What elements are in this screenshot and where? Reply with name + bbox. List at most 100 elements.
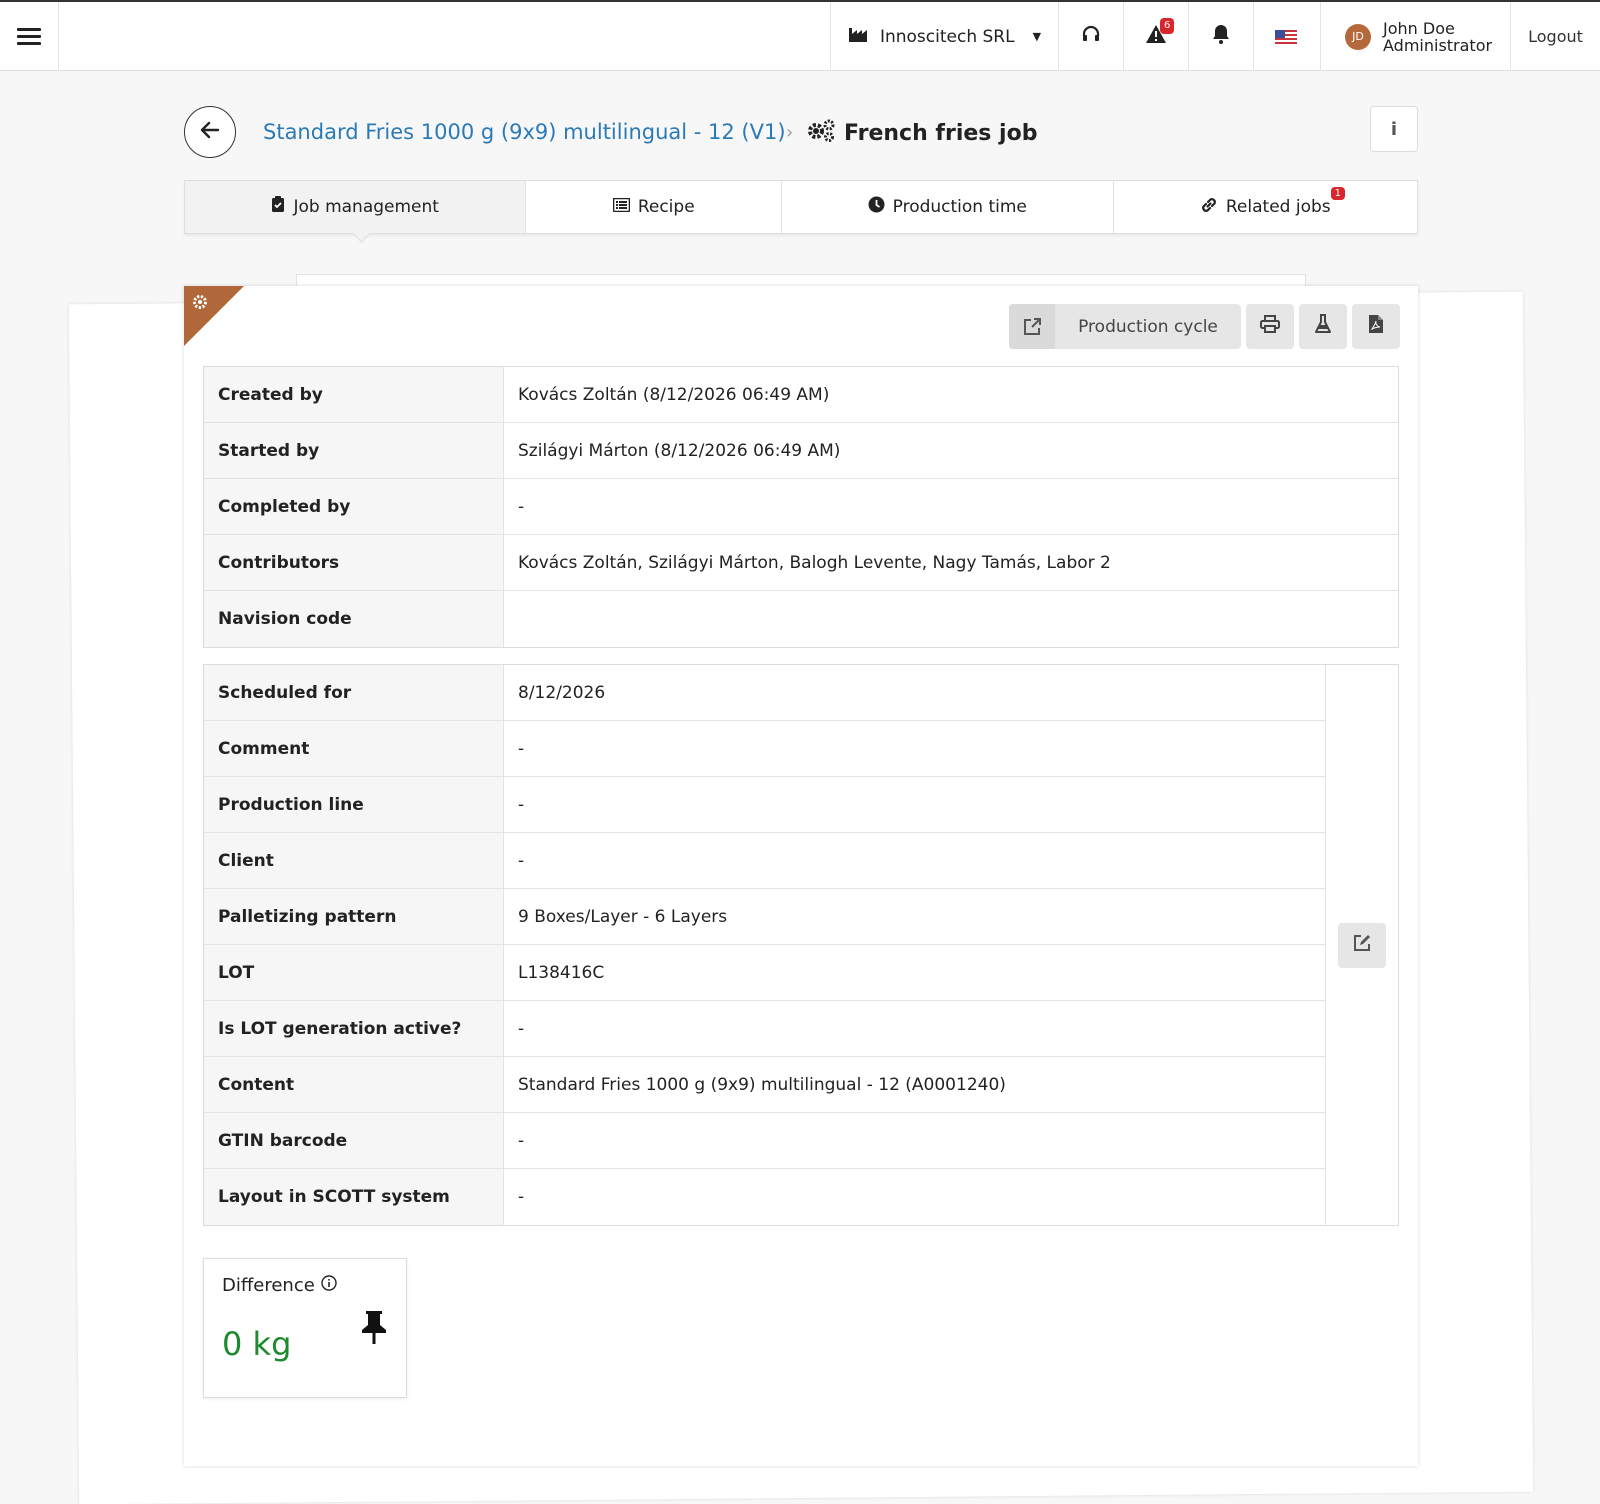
- row-label: Scheduled for: [204, 665, 504, 720]
- row-value: -: [518, 496, 525, 517]
- info-button[interactable]: i: [1370, 106, 1418, 152]
- row-value: Szilágyi Márton (8/12/2026 06:49 AM): [518, 440, 841, 461]
- pin-icon[interactable]: [360, 1309, 388, 1353]
- language-selector[interactable]: [1253, 2, 1318, 71]
- tab-bar: Job management Recipe Production time Re…: [184, 180, 1418, 234]
- arrow-left-icon: [200, 120, 220, 145]
- row-label: Is LOT generation active?: [204, 1001, 504, 1056]
- row-value: -: [518, 794, 525, 815]
- table-row: Palletizing pattern 9 Boxes/Layer - 6 La…: [204, 889, 1325, 945]
- difference-title-text: Difference: [222, 1275, 315, 1296]
- link-icon: [1200, 196, 1218, 219]
- row-value: Standard Fries 1000 g (9x9) multilingual…: [518, 1074, 1006, 1095]
- action-toolbar: Production cycle: [1009, 304, 1400, 349]
- table-row: Completed by -: [204, 479, 1398, 535]
- row-value: -: [518, 1018, 525, 1039]
- external-link-icon: [1009, 304, 1055, 349]
- caret-down-icon: ▼: [1032, 30, 1042, 43]
- breadcrumb-recipe-link[interactable]: Standard Fries 1000 g (9x9) multilingual…: [263, 120, 786, 144]
- row-label: Palletizing pattern: [204, 889, 504, 944]
- company-selector[interactable]: Innoscitech SRL ▼: [830, 2, 1058, 71]
- table-row: Client -: [204, 833, 1325, 889]
- table-row: LOT L138416C: [204, 945, 1325, 1001]
- printer-icon: [1260, 315, 1280, 338]
- row-label: Started by: [204, 423, 504, 478]
- pdf-export-button[interactable]: [1352, 304, 1400, 349]
- job-details-table: Scheduled for 8/12/2026 Comment - Produc…: [203, 664, 1399, 1226]
- lab-test-button[interactable]: [1299, 304, 1347, 349]
- tab-related-jobs[interactable]: Related jobs 1: [1114, 181, 1418, 233]
- hamburger-menu-button[interactable]: [0, 2, 59, 71]
- table-row: Scheduled for 8/12/2026: [204, 665, 1325, 721]
- table-row: Production line -: [204, 777, 1325, 833]
- back-button[interactable]: [184, 106, 236, 158]
- clipboard-check-icon: [271, 196, 285, 218]
- alerts-badge: 6: [1160, 18, 1175, 34]
- tab-recipe[interactable]: Recipe: [526, 181, 783, 233]
- row-label: LOT: [204, 945, 504, 1000]
- row-label: Contributors: [204, 535, 504, 590]
- row-value: Kovács Zoltán, Szilágyi Márton, Balogh L…: [518, 552, 1111, 573]
- top-navbar: Innoscitech SRL ▼ 6 JD John Doe Administ…: [0, 0, 1600, 71]
- row-label: Comment: [204, 721, 504, 776]
- production-cycle-label: Production cycle: [1078, 316, 1218, 337]
- difference-card: Difference 0 kg: [203, 1258, 407, 1398]
- info-circle-icon[interactable]: [321, 1275, 337, 1296]
- difference-value: 0 kg: [222, 1325, 292, 1363]
- row-label: Content: [204, 1057, 504, 1112]
- page-title: French fries job: [806, 118, 1037, 148]
- table-row: Layout in SCOTT system -: [204, 1169, 1325, 1225]
- logout-button[interactable]: Logout: [1510, 2, 1600, 71]
- print-button[interactable]: [1246, 304, 1294, 349]
- row-label: Client: [204, 833, 504, 888]
- row-label: Completed by: [204, 479, 504, 534]
- table-row: Created by Kovács Zoltán (8/12/2026 06:4…: [204, 367, 1398, 423]
- table-row: Contributors Kovács Zoltán, Szilágyi Már…: [204, 535, 1398, 591]
- alerts-button[interactable]: 6: [1123, 2, 1188, 71]
- row-value: L138416C: [518, 962, 605, 983]
- related-jobs-badge: 1: [1330, 187, 1345, 200]
- factory-icon: [848, 25, 868, 48]
- row-value: -: [518, 1130, 525, 1151]
- job-info-table: Created by Kovács Zoltán (8/12/2026 06:4…: [203, 366, 1399, 648]
- company-name: Innoscitech SRL: [879, 26, 1015, 47]
- us-flag-icon: [1275, 25, 1297, 49]
- row-value: -: [518, 738, 525, 759]
- edit-details-button[interactable]: [1338, 922, 1386, 968]
- tab-production-time[interactable]: Production time: [782, 181, 1114, 233]
- clock-icon: [868, 196, 885, 218]
- user-menu[interactable]: JD John Doe Administrator: [1320, 2, 1510, 71]
- production-cycle-button[interactable]: Production cycle: [1009, 304, 1241, 349]
- notifications-button[interactable]: [1188, 2, 1253, 71]
- row-value: Kovács Zoltán (8/12/2026 06:49 AM): [518, 384, 830, 405]
- tab-label: Recipe: [637, 197, 695, 217]
- row-value: 9 Boxes/Layer - 6 Layers: [518, 906, 728, 927]
- bell-icon: [1212, 24, 1230, 49]
- tab-label: Job management: [293, 197, 439, 217]
- row-value: -: [518, 850, 525, 871]
- file-pdf-icon: [1368, 314, 1384, 339]
- flask-icon: [1315, 314, 1331, 339]
- support-button[interactable]: [1058, 2, 1123, 71]
- row-value: [504, 591, 1398, 647]
- row-value: 8/12/2026: [518, 682, 606, 703]
- tab-label: Production time: [892, 197, 1027, 217]
- row-label: Navision code: [204, 591, 504, 647]
- user-name: John Doe: [1383, 18, 1455, 38]
- breadcrumb-chevron-icon: ›: [786, 122, 794, 143]
- table-row: Is LOT generation active? -: [204, 1001, 1325, 1057]
- page-title-text: French fries job: [844, 120, 1038, 146]
- gears-icon: [806, 118, 836, 148]
- difference-title: Difference: [222, 1275, 337, 1296]
- table-row: Comment -: [204, 721, 1325, 777]
- list-icon: [612, 197, 631, 217]
- job-detail-card: Production cycle Created by Kovács Zoltá…: [184, 286, 1418, 1466]
- tab-label: Related jobs: [1225, 197, 1331, 217]
- tab-job-management[interactable]: Job management: [185, 181, 527, 233]
- avatar: JD: [1345, 23, 1371, 50]
- info-icon: i: [1390, 118, 1398, 140]
- row-label: Production line: [204, 777, 504, 832]
- row-label: Created by: [204, 367, 504, 422]
- row-label: Layout in SCOTT system: [204, 1169, 504, 1225]
- row-label: GTIN barcode: [204, 1113, 504, 1168]
